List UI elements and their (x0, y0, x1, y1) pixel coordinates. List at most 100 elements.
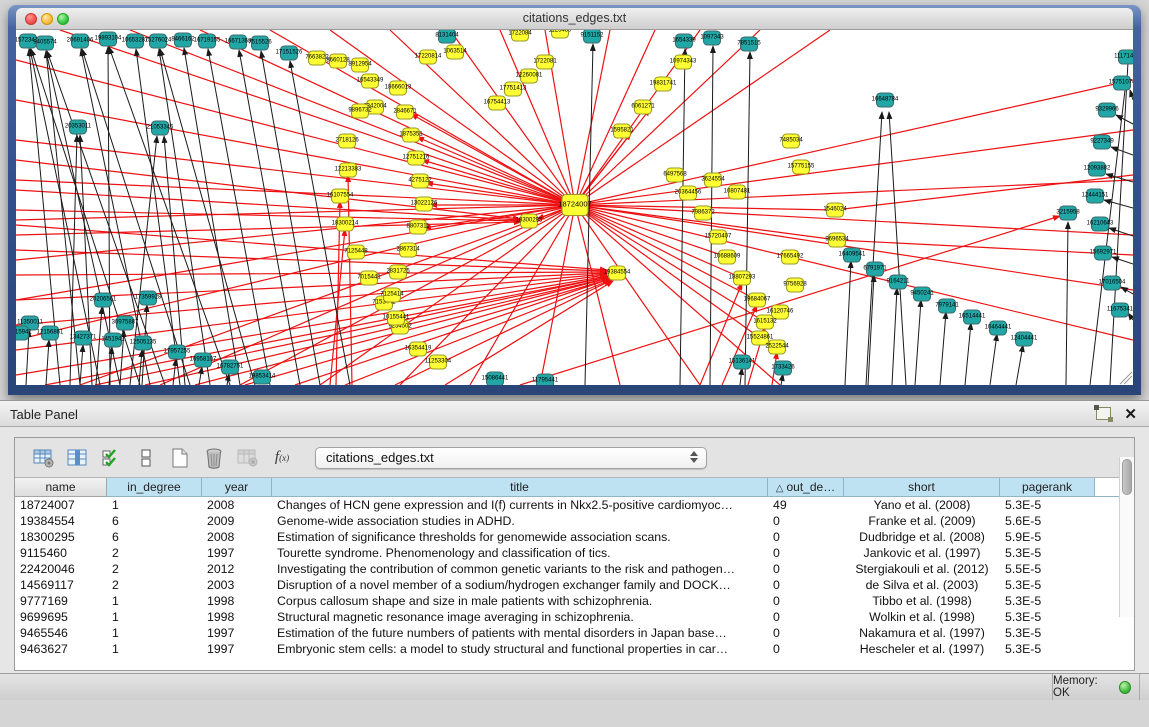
network-selector-dropdown[interactable]: citations_edges.txt (315, 447, 707, 469)
graph-edge[interactable] (866, 112, 882, 385)
table-row[interactable]: 977716911998Corpus callosum shape and si… (15, 593, 1134, 609)
cell-year[interactable]: 2003 (202, 577, 272, 593)
close-panel-icon[interactable]: ✕ (1124, 405, 1137, 423)
graph-edge[interactable] (1016, 345, 1023, 385)
cell-pagerank[interactable]: 5.3E-5 (1000, 609, 1095, 625)
cell-short[interactable]: de Silva et al. (2003) (844, 577, 1000, 593)
cell-short[interactable]: Dudbridge et al. (2008) (844, 529, 1000, 545)
cell-name[interactable]: 18724007 (15, 497, 107, 513)
graph-edge[interactable] (200, 30, 575, 205)
cell-in_degree[interactable]: 2 (107, 577, 202, 593)
graph-edge[interactable] (80, 345, 83, 385)
graph-edge[interactable] (700, 283, 742, 385)
delete-column-icon[interactable] (199, 443, 229, 473)
cell-title[interactable]: Genome-wide association studies in ADHD. (272, 513, 768, 529)
graph-edge[interactable] (348, 175, 352, 385)
cell-short[interactable]: Tibbo et al. (1998) (844, 593, 1000, 609)
cell-out_de[interactable]: 0 (768, 529, 844, 545)
graph-edge[interactable] (740, 368, 742, 385)
graph-edge[interactable] (16, 250, 607, 271)
cell-pagerank[interactable]: 5.6E-5 (1000, 513, 1095, 529)
scrollbar-thumb[interactable] (1122, 459, 1132, 495)
cell-short[interactable]: Jankovic et al. (1997) (844, 545, 1000, 561)
cell-year[interactable]: 2012 (202, 561, 272, 577)
graph-edge[interactable] (330, 229, 345, 385)
cell-out_de[interactable]: 0 (768, 625, 844, 641)
table-row[interactable]: 946362711997Embryonic stem cells: a mode… (15, 641, 1134, 657)
cell-out_de[interactable]: 0 (768, 561, 844, 577)
graph-edge[interactable] (1130, 90, 1133, 100)
graph-edge[interactable] (1104, 200, 1133, 208)
cell-short[interactable]: Nakamura et al. (1997) (844, 625, 1000, 641)
cell-out_de[interactable]: 0 (768, 545, 844, 561)
float-panel-icon[interactable] (1096, 407, 1111, 420)
network-canvas[interactable]: 1572341494055742069140619893104106532871… (16, 30, 1133, 385)
cell-in_degree[interactable]: 2 (107, 545, 202, 561)
window-titlebar[interactable]: citations_edges.txt (16, 8, 1133, 30)
cell-title[interactable]: Estimation of significance thresholds fo… (272, 529, 768, 545)
graph-edge[interactable] (575, 80, 1133, 205)
cell-out_de[interactable]: 0 (768, 609, 844, 625)
cell-name[interactable]: 22420046 (15, 561, 107, 577)
cell-pagerank[interactable]: 5.3E-5 (1000, 593, 1095, 609)
cell-name[interactable]: 9465546 (15, 625, 107, 641)
table-row[interactable]: 1938455462009Genome-wide association stu… (15, 513, 1134, 529)
cell-year[interactable]: 2008 (202, 529, 272, 545)
graph-edge[interactable] (889, 112, 906, 385)
table-row[interactable]: 2242004622012Investigating the contribut… (15, 561, 1134, 577)
cell-name[interactable]: 19384554 (15, 513, 107, 529)
cell-year[interactable]: 2008 (202, 497, 272, 513)
cell-in_degree[interactable]: 1 (107, 593, 202, 609)
column-header-title[interactable]: title (272, 478, 768, 497)
cell-year[interactable]: 1998 (202, 609, 272, 625)
cell-name[interactable]: 14569117 (15, 577, 107, 593)
cell-name[interactable]: 18300295 (15, 529, 107, 545)
cell-name[interactable]: 9115460 (15, 545, 107, 561)
cell-pagerank[interactable]: 5.3E-5 (1000, 625, 1095, 641)
cell-in_degree[interactable]: 2 (107, 561, 202, 577)
cell-pagerank[interactable]: 5.3E-5 (1000, 497, 1095, 513)
column-header-name[interactable]: name (15, 478, 107, 497)
cell-year[interactable]: 2009 (202, 513, 272, 529)
graph-edge[interactable] (575, 205, 1133, 235)
cell-name[interactable]: 9699695 (15, 609, 107, 625)
graph-edge[interactable] (520, 216, 1060, 385)
table-row[interactable]: 1830029562008Estimation of significance … (15, 529, 1134, 545)
cell-short[interactable]: Stergiakouli et al. (2012) (844, 561, 1000, 577)
cell-pagerank[interactable]: 5.3E-5 (1000, 641, 1095, 657)
table-row[interactable]: 911546021997Tourette syndrome. Phenomeno… (15, 545, 1134, 561)
cell-in_degree[interactable]: 1 (107, 625, 202, 641)
graph-edge[interactable] (990, 334, 997, 385)
column-header-pagerank[interactable]: pagerank (1000, 478, 1095, 497)
graph-edge[interactable] (16, 225, 607, 270)
graph-edge[interactable] (1111, 147, 1133, 155)
graph-edge[interactable] (173, 359, 176, 385)
cell-title[interactable]: Investigating the contribution of common… (272, 561, 768, 577)
graph-edge[interactable] (1090, 90, 1125, 385)
graph-edge[interactable] (892, 288, 897, 385)
graph-edge[interactable] (575, 180, 1133, 205)
cell-year[interactable]: 1998 (202, 593, 272, 609)
graph-edge[interactable] (96, 307, 102, 385)
graph-edge[interactable] (1112, 257, 1133, 264)
cell-in_degree[interactable]: 1 (107, 497, 202, 513)
graph-edge[interactable] (16, 222, 521, 235)
graph-edge[interactable] (940, 312, 946, 385)
column-header-year[interactable]: year (202, 478, 272, 497)
graph-edge[interactable] (837, 240, 1133, 255)
column-header-short[interactable]: short (844, 478, 1000, 497)
graph-edge[interactable] (199, 367, 202, 385)
cell-in_degree[interactable]: 6 (107, 529, 202, 545)
graph-edge[interactable] (159, 49, 210, 385)
show-columns-icon[interactable] (63, 443, 93, 473)
row-options-icon[interactable] (131, 443, 161, 473)
graph-edge[interactable] (16, 100, 575, 205)
cell-title[interactable]: Embryonic stem cells: a model to study s… (272, 641, 768, 657)
cell-out_de[interactable]: 49 (768, 497, 844, 513)
graph-edge[interactable] (915, 300, 921, 385)
cell-pagerank[interactable]: 5.3E-5 (1000, 545, 1095, 561)
cell-name[interactable]: 9463627 (15, 641, 107, 657)
cell-title[interactable]: Corpus callosum shape and size in male p… (272, 593, 768, 609)
table-mode-icon[interactable] (29, 443, 59, 473)
column-header-out_de[interactable]: △out_de… (768, 478, 844, 497)
